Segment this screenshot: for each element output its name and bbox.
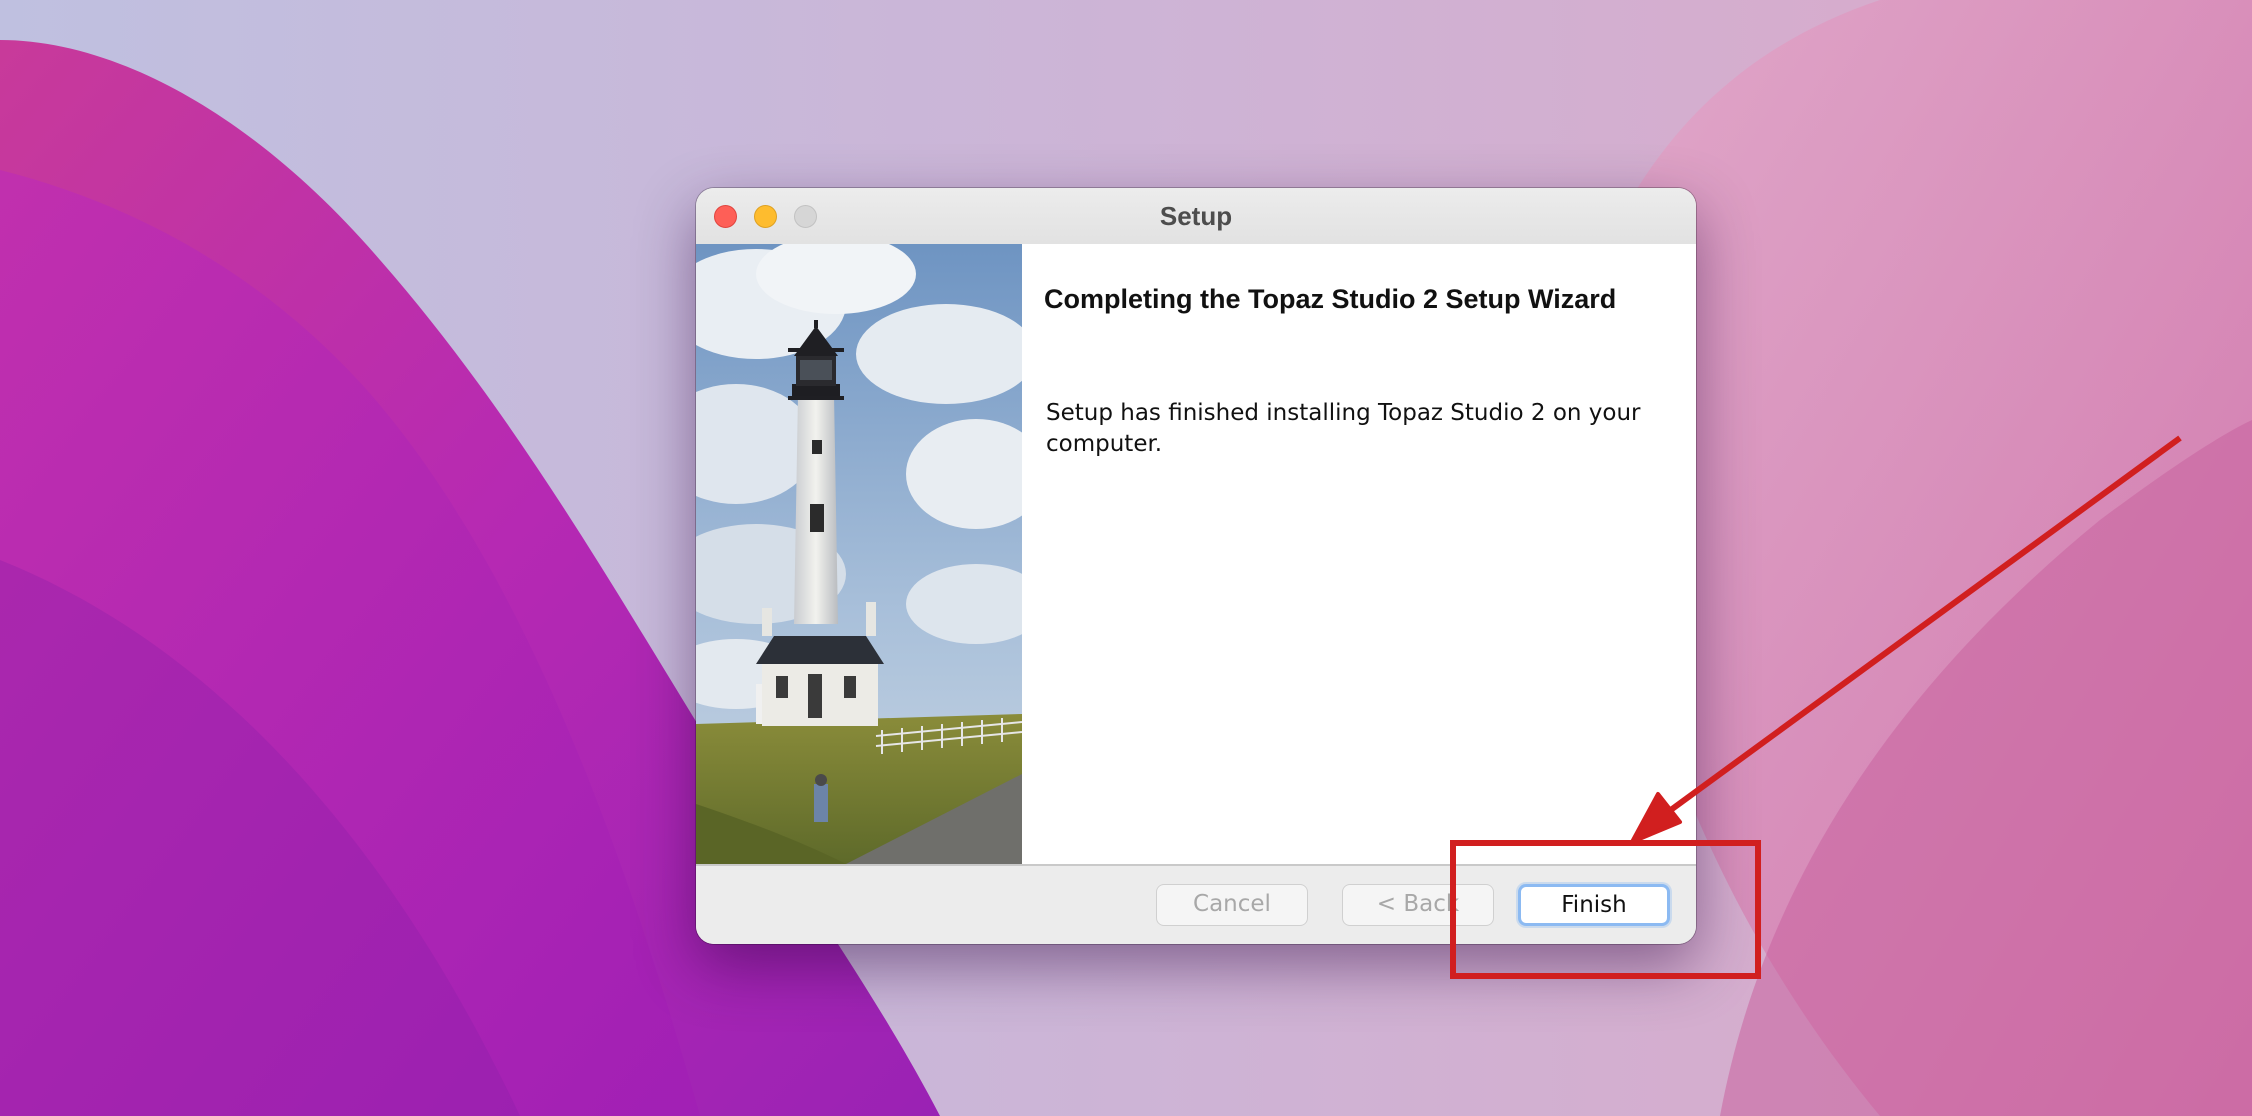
wizard-message: Setup has finished installing Topaz Stud… — [1046, 400, 1641, 457]
back-button[interactable]: < Back — [1342, 884, 1494, 926]
wizard-heading: Completing the Topaz Studio 2 Setup Wiza… — [1044, 284, 1617, 314]
title-bar[interactable]: Setup — [696, 188, 1696, 245]
setup-window: Setup Completing the Topaz Studio 2 Setu… — [696, 188, 1696, 944]
finish-button[interactable]: Finish — [1518, 884, 1670, 926]
wizard-content: Completing the Topaz Studio 2 Setup Wiza… — [696, 244, 1696, 864]
window-title: Setup — [1159, 201, 1233, 231]
lighthouse-image — [696, 244, 1022, 864]
cancel-button[interactable]: Cancel — [1156, 884, 1308, 926]
button-bar: Cancel < Back Finish — [696, 864, 1696, 944]
